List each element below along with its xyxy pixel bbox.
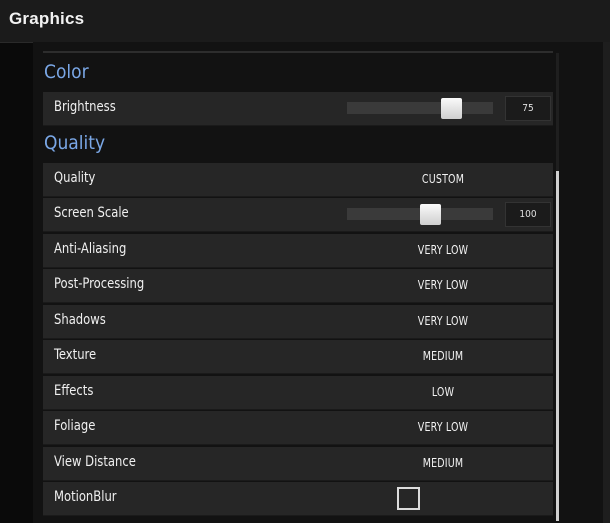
setting-label: MotionBlur (54, 489, 117, 505)
setting-row-shadows[interactable]: Shadows VERY LOW (43, 305, 553, 339)
section-title-quality: Quality (44, 132, 106, 154)
setting-row-post-processing[interactable]: Post-Processing VERY LOW (43, 269, 553, 303)
scrollbar-thumb[interactable] (556, 171, 559, 521)
setting-label: Brightness (54, 99, 116, 115)
brightness-slider[interactable] (347, 98, 493, 119)
setting-label: View Distance (54, 454, 136, 470)
section-title-color: Color (44, 61, 89, 83)
setting-row-screen-scale[interactable]: Screen Scale 100 (43, 198, 553, 232)
title-bar: Graphics (0, 0, 610, 43)
setting-label: Shadows (54, 312, 106, 328)
setting-label: Post-Processing (54, 276, 145, 292)
brightness-value-box[interactable]: 75 (505, 96, 551, 121)
setting-value[interactable]: VERY LOW (392, 243, 494, 257)
setting-value[interactable]: VERY LOW (392, 278, 494, 292)
setting-label: Texture (54, 347, 97, 363)
setting-row-texture[interactable]: Texture MEDIUM (43, 340, 553, 374)
screen-scale-slider[interactable] (347, 204, 493, 225)
setting-value[interactable]: VERY LOW (392, 314, 494, 328)
setting-value[interactable]: VERY LOW (392, 420, 494, 434)
setting-row-anti-aliasing[interactable]: Anti-Aliasing VERY LOW (43, 234, 553, 268)
setting-label: Foliage (54, 418, 96, 434)
setting-label: Quality (54, 170, 96, 186)
setting-row-foliage[interactable]: Foliage VERY LOW (43, 411, 553, 445)
panel-edge (603, 42, 610, 523)
setting-row-effects[interactable]: Effects LOW (43, 376, 553, 410)
scrollbar-track[interactable] (556, 53, 559, 171)
setting-value[interactable]: MEDIUM (392, 349, 494, 363)
slider-handle[interactable] (441, 98, 462, 119)
setting-label: Anti-Aliasing (54, 241, 127, 257)
screen-scale-value-box[interactable]: 100 (505, 202, 551, 227)
setting-value[interactable]: CUSTOM (392, 172, 494, 186)
divider (43, 51, 553, 53)
setting-row-brightness[interactable]: Brightness 75 (43, 92, 553, 126)
slider-handle[interactable] (420, 204, 441, 225)
motion-blur-checkbox[interactable] (397, 487, 420, 510)
setting-label: Effects (54, 383, 94, 399)
setting-value[interactable]: MEDIUM (392, 456, 494, 470)
setting-value[interactable]: LOW (392, 385, 494, 399)
setting-row-view-distance[interactable]: View Distance MEDIUM (43, 447, 553, 481)
window-title: Graphics (9, 9, 85, 28)
setting-label: Screen Scale (54, 205, 129, 221)
setting-row-motion-blur[interactable]: MotionBlur (43, 482, 553, 516)
setting-row-quality[interactable]: Quality CUSTOM (43, 163, 553, 197)
